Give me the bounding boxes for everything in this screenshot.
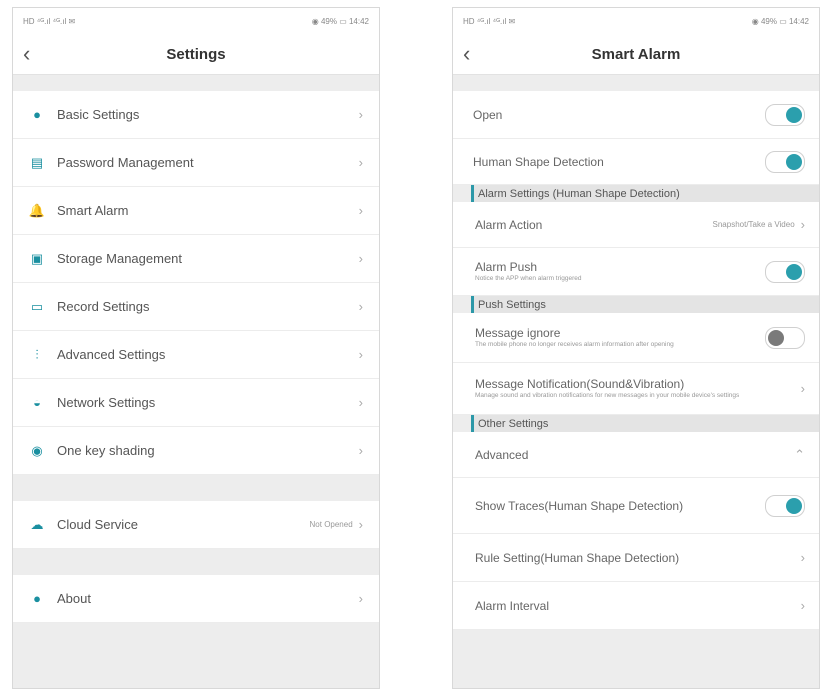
storage-icon: ▣ (30, 250, 44, 266)
chevron-right-icon: › (358, 591, 363, 606)
human-shape-label: Human Shape Detection (473, 154, 604, 169)
message-ignore-sub: The mobile phone no longer receives alar… (475, 341, 674, 348)
chevron-right-icon: › (358, 251, 363, 266)
chevron-right-icon: › (358, 395, 363, 410)
status-battery-time: ◉ 49% ▭ 14:42 (311, 16, 369, 26)
settings-item-label: Cloud Service (57, 517, 138, 532)
settings-item-about[interactable]: ● About › (13, 575, 379, 623)
message-notification-label: Message Notification(Sound&Vibration) (475, 377, 685, 391)
chevron-right-icon: › (800, 381, 805, 396)
alarm-push-sub: Notice the APP when alarm triggered (475, 275, 582, 282)
info-icon: ● (33, 591, 41, 606)
settings-item-record[interactable]: ▭ Record Settings › (13, 283, 379, 331)
settings-item-label: Smart Alarm (57, 203, 129, 218)
settings-item-label: Network Settings (57, 395, 156, 410)
settings-list: ● Basic Settings › ▤ Password Management › 🔔… (13, 91, 379, 475)
alarm-action-value: Snapshot/Take a Video (712, 220, 795, 229)
settings-item-password[interactable]: ▤ Password Management › (13, 139, 379, 187)
show-traces-toggle[interactable] (765, 494, 805, 517)
section-alarm-settings: Alarm Settings (Human Shape Detection) (471, 185, 819, 202)
settings-nav-bar: ‹ Settings (13, 34, 379, 75)
human-shape-row: Human Shape Detection (453, 139, 819, 185)
cloud-icon: ☁ (30, 516, 44, 532)
rule-setting-row[interactable]: Rule Setting(Human Shape Detection) › (453, 534, 819, 582)
back-icon[interactable]: ‹ (463, 41, 470, 67)
open-label: Open (473, 107, 503, 122)
smart-alarm-screen: HD ⁴ᴳ.ıl ⁴ᴳ.ıl ✉ ◉ 49% ▭ 14:42 ‹ Smart A… (452, 7, 820, 689)
settings-item-label: Basic Settings (57, 107, 140, 122)
advanced-label: Advanced (475, 447, 529, 462)
settings-item-cloud[interactable]: ☁ Cloud Service Not Opened › (13, 501, 379, 549)
shading-icon: ◉ (31, 442, 43, 458)
settings-item-network[interactable]: ◒ Network Settings › (13, 379, 379, 427)
advanced-row[interactable]: Advanced ⌃ (453, 432, 819, 478)
open-toggle[interactable] (765, 103, 805, 126)
status-bar: HD ⁴ᴳ.ıl ⁴ᴳ.ıl ✉ ◉ 49% ▭ 14:42 (13, 8, 379, 34)
chevron-right-icon: › (358, 107, 363, 122)
status-battery-time: ◉ 49% ▭ 14:42 (751, 16, 809, 26)
settings-screen: HD ⁴ᴳ.ıl ⁴ᴳ.ıl ✉ ◉ 49% ▭ 14:42 ‹ Setting… (12, 7, 380, 689)
cloud-status: Not Opened (309, 520, 353, 529)
page-title: Smart Alarm (591, 45, 681, 63)
wifi-icon: ◒ (33, 395, 41, 410)
chevron-right-icon: › (800, 598, 805, 613)
password-icon: ▤ (30, 154, 44, 170)
open-row: Open (453, 91, 819, 139)
alarm-interval-row[interactable]: Alarm Interval › (453, 582, 819, 630)
chevron-right-icon: › (358, 299, 363, 314)
settings-item-smart-alarm[interactable]: 🔔 Smart Alarm › (13, 187, 379, 235)
section-push-settings: Push Settings (471, 296, 819, 313)
chevron-right-icon: › (358, 347, 363, 362)
status-signal: HD ⁴ᴳ.ıl ⁴ᴳ.ıl ✉ (23, 16, 76, 26)
chevron-right-icon: › (800, 217, 805, 232)
smart-alarm-nav-bar: ‹ Smart Alarm (453, 34, 819, 75)
message-notification-row[interactable]: Message Notification(Sound&Vibration) Ma… (453, 363, 819, 415)
settings-item-label: About (57, 591, 91, 606)
message-ignore-toggle[interactable] (765, 326, 805, 349)
chevron-right-icon: › (358, 155, 363, 170)
section-other-settings: Other Settings (471, 415, 819, 432)
settings-item-storage[interactable]: ▣ Storage Management › (13, 235, 379, 283)
chevron-right-icon: › (358, 443, 363, 458)
page-title: Settings (166, 45, 226, 63)
settings-item-shading[interactable]: ◉ One key shading › (13, 427, 379, 475)
bell-icon: 🔔 (28, 202, 46, 218)
settings-item-label: One key shading (57, 443, 155, 458)
alarm-interval-label: Alarm Interval (475, 598, 550, 613)
alarm-push-label: Alarm Push (475, 260, 538, 274)
alarm-action-label: Alarm Action (475, 217, 543, 232)
settings-item-label: Record Settings (57, 299, 150, 314)
alarm-action-row[interactable]: Alarm Action Snapshot/Take a Video › (453, 202, 819, 248)
sliders-icon: ⫶ (35, 346, 39, 362)
alarm-push-toggle[interactable] (765, 260, 805, 283)
show-traces-label: Show Traces(Human Shape Detection) (475, 498, 684, 513)
settings-item-advanced[interactable]: ⫶ Advanced Settings › (13, 331, 379, 379)
message-ignore-row: Message ignore The mobile phone no longe… (453, 313, 819, 363)
settings-item-label: Password Management (57, 155, 194, 170)
back-icon[interactable]: ‹ (23, 41, 30, 67)
settings-item-label: Storage Management (57, 251, 183, 266)
message-notification-sub: Manage sound and vibration notifications… (475, 392, 740, 399)
chevron-right-icon: › (358, 517, 363, 532)
alarm-push-row: Alarm Push Notice the APP when alarm tri… (453, 248, 819, 296)
basic-settings-icon: ● (33, 107, 41, 122)
status-bar: HD ⁴ᴳ.ıl ⁴ᴳ.ıl ✉ ◉ 49% ▭ 14:42 (453, 8, 819, 34)
message-ignore-label: Message ignore (475, 326, 561, 340)
show-traces-row: Show Traces(Human Shape Detection) (453, 478, 819, 534)
settings-item-label: Advanced Settings (57, 347, 166, 362)
chevron-right-icon: › (358, 203, 363, 218)
record-icon: ▭ (30, 298, 44, 314)
human-shape-toggle[interactable] (765, 150, 805, 173)
chevron-up-icon: ⌃ (794, 446, 805, 462)
status-signal: HD ⁴ᴳ.ıl ⁴ᴳ.ıl ✉ (463, 16, 516, 26)
rule-setting-label: Rule Setting(Human Shape Detection) (475, 550, 680, 565)
settings-item-basic[interactable]: ● Basic Settings › (13, 91, 379, 139)
chevron-right-icon: › (800, 550, 805, 565)
